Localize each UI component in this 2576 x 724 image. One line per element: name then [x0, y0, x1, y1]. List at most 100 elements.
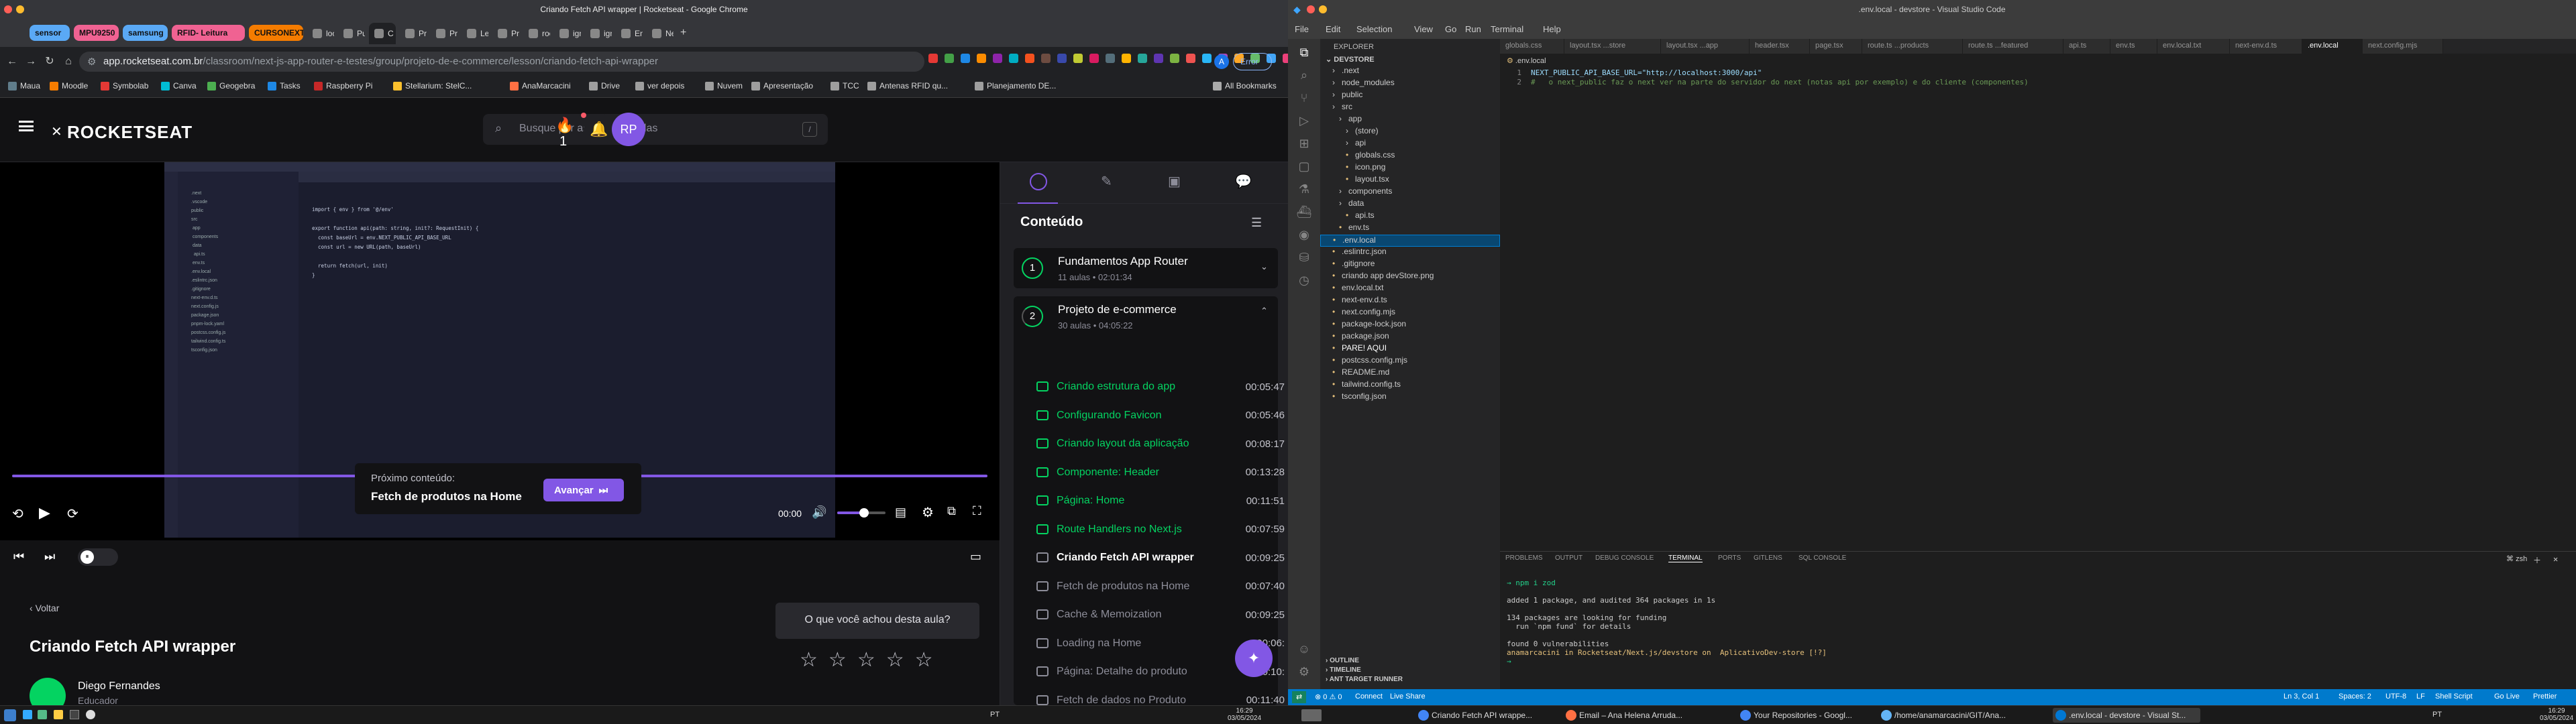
- extension-icon-5[interactable]: [993, 54, 1002, 63]
- forward-arrow-icon[interactable]: →: [24, 55, 38, 68]
- tree-item[interactable]: › src: [1320, 102, 1500, 114]
- bookmark-3[interactable]: Symbolab: [101, 81, 148, 90]
- gitlens-icon[interactable]: ◉: [1296, 228, 1312, 244]
- panel-tab-ports[interactable]: PORTS: [1718, 554, 1741, 562]
- panel-tab-gitlens[interactable]: GITLENS: [1754, 554, 1782, 562]
- bookmark-16[interactable]: Planejamento DE...: [975, 81, 1056, 90]
- explorer-icon[interactable]: ⧉: [1296, 46, 1312, 62]
- back-link[interactable]: ‹ Voltar: [30, 603, 59, 613]
- menu-view[interactable]: View: [1414, 24, 1433, 34]
- tree-item[interactable]: • tailwind.config.ts: [1320, 379, 1500, 391]
- terminal-output[interactable]: → npm i zod added 1 package, and audited …: [1507, 579, 2567, 666]
- tree-item[interactable]: › (store): [1320, 126, 1500, 138]
- status-item[interactable]: Spaces: 2: [2339, 692, 2371, 701]
- advance-button[interactable]: Avançar ⏭: [543, 479, 624, 501]
- tree-item[interactable]: • env.ts: [1320, 223, 1500, 235]
- status-item[interactable]: UTF-8: [2385, 692, 2406, 701]
- terminal-shell[interactable]: ⌘ zsh: [2506, 554, 2527, 563]
- tree-item[interactable]: › app: [1320, 114, 1500, 126]
- terminal-app-icon[interactable]: [70, 710, 79, 719]
- tab-punc[interactable]: Punc: [338, 23, 365, 44]
- tab-enco[interactable]: Enco: [616, 23, 643, 44]
- breadcrumb[interactable]: ⚙ .env.local: [1507, 56, 1546, 65]
- manage-gear-icon[interactable]: ⚙: [1296, 665, 1312, 681]
- status-item[interactable]: Prettier: [2533, 692, 2557, 701]
- account-icon[interactable]: ☺: [1296, 642, 1312, 658]
- tab-rock[interactable]: rock: [523, 23, 550, 44]
- editor-tab[interactable]: next-env.d.ts: [2230, 39, 2302, 54]
- editor-tab[interactable]: layout.tsx ...app: [1661, 39, 1750, 54]
- close-panel-icon[interactable]: ✕: [2553, 554, 2558, 564]
- tab-prog[interactable]: Prog: [431, 23, 458, 44]
- docker-icon[interactable]: ⛴: [1296, 205, 1312, 221]
- tab-proj[interactable]: Proj: [400, 23, 427, 44]
- database-icon[interactable]: ⛁: [1296, 251, 1312, 267]
- menu-help[interactable]: Help: [1543, 24, 1561, 34]
- tree-item[interactable]: • package-lock.json: [1320, 319, 1500, 331]
- home-icon[interactable]: ⌂: [62, 55, 75, 68]
- menu-run[interactable]: Run: [1465, 24, 1481, 34]
- tree-item[interactable]: • README.md: [1320, 367, 1500, 379]
- list-icon[interactable]: ☰: [1251, 216, 1262, 230]
- remote-indicator-icon[interactable]: ⇄: [1292, 691, 1307, 703]
- theater-mode-icon[interactable]: ▭: [970, 550, 981, 564]
- taskbar-window[interactable]: Your Repositories - Googl...: [1737, 708, 1872, 723]
- editor-tab[interactable]: route.ts ...featured: [1963, 39, 2063, 54]
- editor-tab[interactable]: env.ts: [2110, 39, 2157, 54]
- lesson-item[interactable]: Route Handlers no Next.js 00:07:59: [1036, 516, 1285, 544]
- panel-tab-problems[interactable]: PROBLEMS: [1505, 554, 1543, 562]
- tree-item[interactable]: • .eslintrc.json: [1320, 247, 1500, 259]
- next-lesson-icon[interactable]: ⏭: [44, 550, 55, 564]
- tab-prog[interactable]: Prog: [492, 23, 519, 44]
- menu-selection[interactable]: Selection: [1356, 24, 1392, 34]
- panel-tab-sql-console[interactable]: SQL CONSOLE: [1799, 554, 1846, 562]
- editor-tab[interactable]: api.ts: [2063, 39, 2110, 54]
- workspace-switcher[interactable]: [1301, 709, 1322, 721]
- tab-forum-icon[interactable]: 💬: [1235, 173, 1252, 190]
- menu-edit[interactable]: Edit: [1326, 24, 1340, 34]
- taskbar-window[interactable]: Email – Ana Helena Arruda...: [1563, 708, 1697, 723]
- extension-icon-15[interactable]: [1154, 54, 1163, 63]
- extension-icon-8[interactable]: [1041, 54, 1051, 63]
- address-bar[interactable]: ⚙ app.rocketseat.com.br/classroom/next-j…: [79, 52, 924, 72]
- bookmark-7[interactable]: Raspberry Pi: [314, 81, 372, 90]
- tree-item[interactable]: • tsconfig.json: [1320, 391, 1500, 404]
- tree-item[interactable]: • next.config.mjs: [1320, 307, 1500, 319]
- back-arrow-icon[interactable]: ←: [5, 55, 19, 68]
- status-connect[interactable]: Connect: [1355, 692, 1383, 701]
- lesson-item[interactable]: Criando estrutura do app 00:05:47: [1036, 373, 1285, 401]
- status-item[interactable]: Shell Script: [2435, 692, 2473, 701]
- bookmark-6[interactable]: Tasks: [268, 81, 301, 90]
- tree-item[interactable]: • layout.tsx: [1320, 174, 1500, 186]
- tree-item[interactable]: • env.local.txt: [1320, 283, 1500, 295]
- settings-app-icon[interactable]: [38, 710, 47, 719]
- extension-icon-3[interactable]: [961, 54, 970, 63]
- extensions-icon[interactable]: ⊞: [1296, 137, 1312, 153]
- extension-icon-10[interactable]: [1073, 54, 1083, 63]
- extension-icon-13[interactable]: [1122, 54, 1131, 63]
- lesson-item[interactable]: Cache & Memoization 00:09:25: [1036, 601, 1285, 629]
- tab-igni[interactable]: igni: [554, 23, 581, 44]
- keyboard-layout-left[interactable]: PT: [990, 711, 1000, 719]
- pip-icon[interactable]: ⧉: [947, 504, 956, 518]
- lesson-item[interactable]: Fetch de produtos na Home 00:07:40: [1036, 572, 1285, 601]
- rocketseat-logo[interactable]: ROCKETSEAT: [67, 122, 193, 143]
- new-terminal-icon[interactable]: ＋: [2533, 554, 2541, 566]
- extension-icon-1[interactable]: [928, 54, 938, 63]
- bookmark-12[interactable]: Nuvem: [705, 81, 743, 90]
- tree-item[interactable]: › data: [1320, 198, 1500, 210]
- clock-right[interactable]: 16:29 03/05/2024: [2540, 707, 2573, 722]
- bookmark-13[interactable]: Apresentação: [751, 81, 813, 90]
- rewind-10-icon[interactable]: ⟲: [12, 505, 23, 522]
- clock-left[interactable]: 16:29 03/05/2024: [1228, 707, 1261, 722]
- lesson-item[interactable]: Fetch de dados no Produto 00:11:40: [1036, 686, 1285, 705]
- tab-mpu9250[interactable]: MPU9250: [74, 25, 119, 41]
- star-icon[interactable]: ☆: [857, 648, 875, 672]
- bookmark-1[interactable]: Maua: [8, 81, 40, 90]
- tab-new[interactable]: New: [647, 23, 674, 44]
- errors-icon[interactable]: ⊗ 0 ⚠ 0: [1315, 692, 1342, 701]
- tab-materials-icon[interactable]: ▣: [1168, 173, 1181, 190]
- tree-item[interactable]: • criando app devStore.png: [1320, 271, 1500, 283]
- editor-tab[interactable]: env.local.txt: [2157, 39, 2230, 54]
- chrome-app-icon[interactable]: [86, 710, 95, 719]
